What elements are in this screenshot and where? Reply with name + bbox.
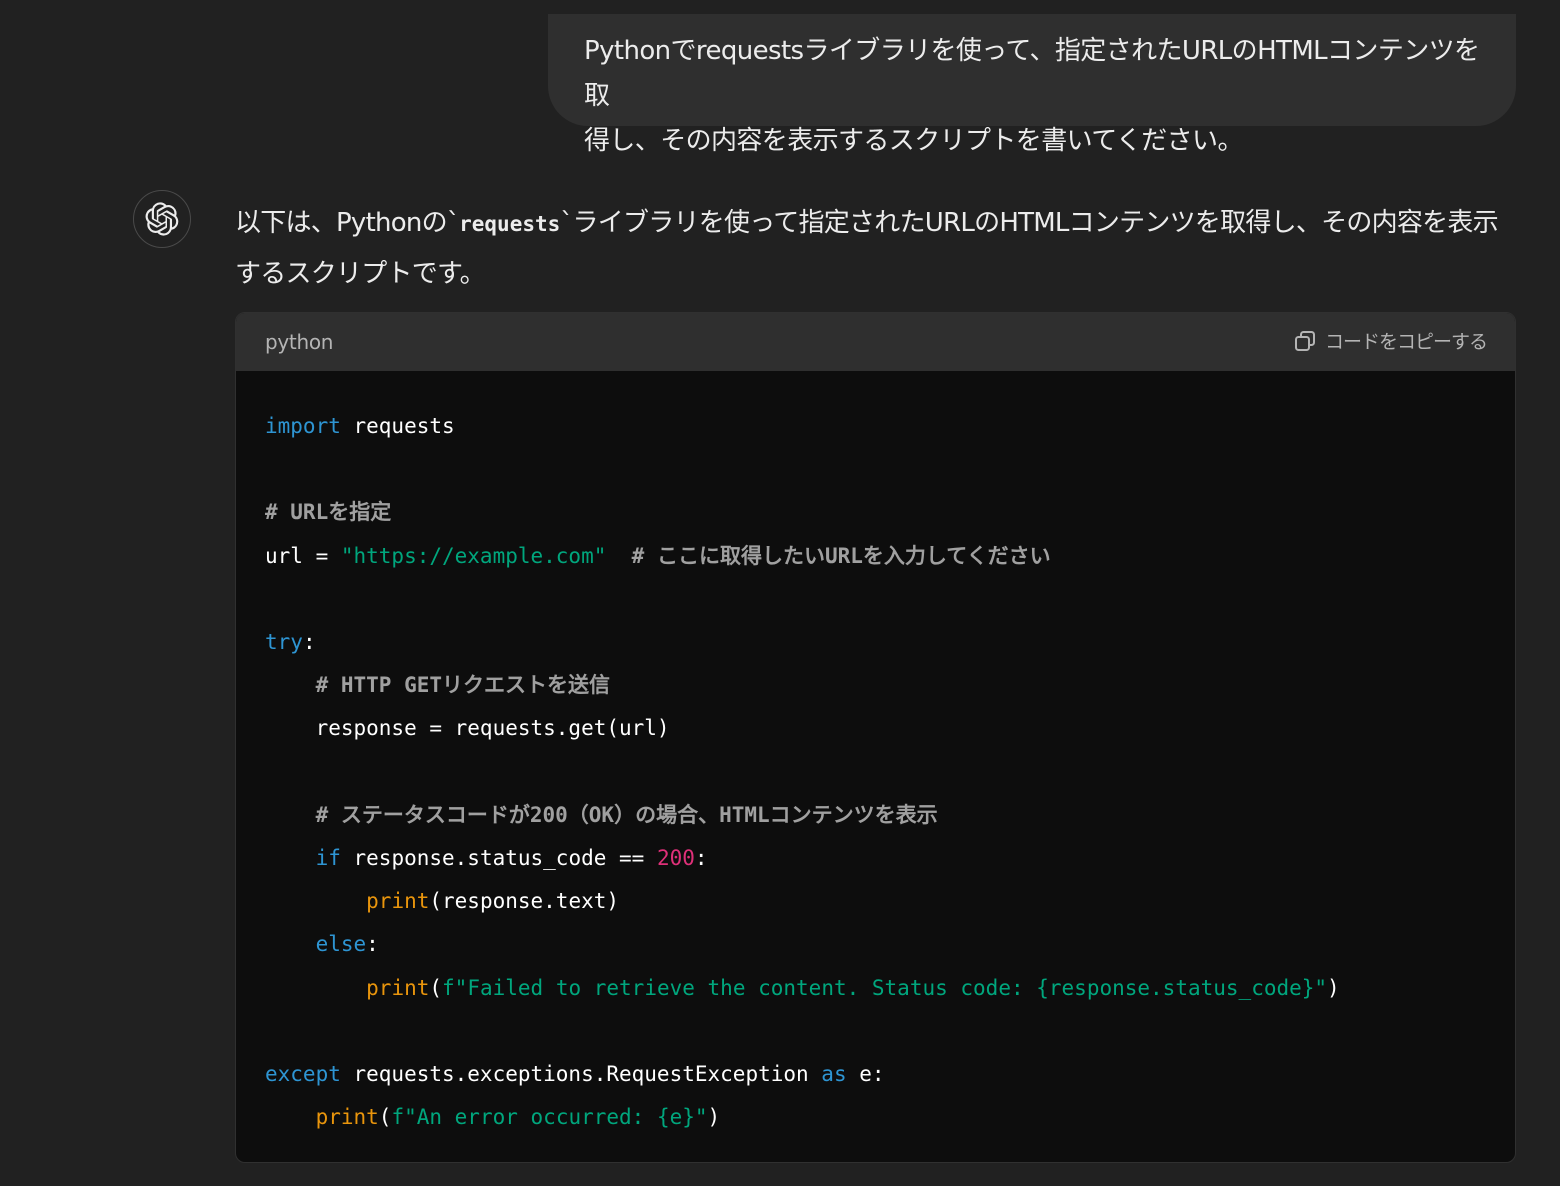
code-line: import requests xyxy=(265,414,455,438)
copy-code-button[interactable]: コードをコピーする xyxy=(1293,327,1488,354)
code-token: f"Failed to retrieve the content. Status… xyxy=(442,975,1328,1000)
code-token: import xyxy=(265,414,341,438)
assistant-avatar xyxy=(133,190,191,248)
code-token: f"An error occurred: {e}" xyxy=(391,1105,708,1130)
code-token: if xyxy=(315,846,341,871)
code-token: try xyxy=(265,630,303,655)
code-block: python コードをコピーする import requests # URLを指… xyxy=(235,312,1516,1163)
code-token: # ここに取得したいURLを入力してください xyxy=(631,543,1051,568)
code-token: (response.text) xyxy=(429,889,620,914)
code-token: else xyxy=(315,932,367,957)
code-token: except xyxy=(265,1062,341,1087)
code-line: print(f"An error occurred: {e}") xyxy=(265,1105,721,1130)
code-line: # URLを指定 xyxy=(265,500,391,524)
code-token: response.status_code == xyxy=(340,846,657,871)
code-token: "https://example.com" xyxy=(340,543,607,568)
code-token: : xyxy=(694,846,708,871)
code-token: ) xyxy=(1327,975,1340,1000)
user-message-line: 得し、その内容を表示するスクリプトを書いてください。 xyxy=(584,126,1243,156)
code-token: requests xyxy=(340,414,455,438)
code-token: print xyxy=(366,889,430,914)
code-token: as xyxy=(821,1062,847,1087)
code-token: # HTTP GETリクエストを送信 xyxy=(315,673,611,698)
code-line: # ステータスコードが200（OK）の場合、HTMLコンテンツを表示 xyxy=(265,803,938,827)
user-message-line: Pythonでrequestsライブラリを使って、指定されたURLのHTMLコン… xyxy=(584,36,1480,111)
assistant-intro-text: 以下は、Pythonの` xyxy=(235,208,460,238)
code-token: : xyxy=(302,630,316,655)
code-token: # URLを指定 xyxy=(265,500,392,525)
code-token: ) xyxy=(707,1105,721,1130)
code-token: print xyxy=(366,975,430,1000)
inline-code: requests xyxy=(459,212,561,236)
copy-code-label: コードをコピーする xyxy=(1324,331,1488,353)
code-token: requests.exceptions.RequestException xyxy=(340,1062,822,1087)
code-line: response = requests.get(url) xyxy=(265,716,670,740)
code-token: print xyxy=(315,1105,379,1130)
code-token: : xyxy=(366,932,379,957)
assistant-message-text: 以下は、Pythonの`requests`ライブラリを使って指定されたURLのH… xyxy=(235,198,1520,299)
copy-icon xyxy=(1294,330,1315,351)
code-line: print(f"Failed to retrieve the content. … xyxy=(265,976,1340,1000)
code-token: ( xyxy=(429,975,443,1000)
code-line: print(response.text) xyxy=(265,889,619,913)
code-token: ( xyxy=(378,1105,392,1130)
code-token: 200 xyxy=(656,846,695,871)
code-token: response = requests.get(url) xyxy=(265,716,670,741)
code-token: e: xyxy=(846,1062,885,1087)
code-line: if response.status_code == 200: xyxy=(265,846,708,870)
code-content: import requests # URLを指定 url = "https://… xyxy=(265,405,1340,1139)
code-line: url = "https://example.com" # ここに取得したいUR… xyxy=(265,544,1051,568)
user-message-bubble: Pythonでrequestsライブラリを使って、指定されたURLのHTMLコン… xyxy=(548,14,1516,156)
code-line: else: xyxy=(265,932,379,956)
code-language-label: python xyxy=(265,330,334,354)
code-line: try: xyxy=(265,630,316,654)
code-line: # HTTP GETリクエストを送信 xyxy=(265,673,610,697)
code-line: except requests.exceptions.RequestExcept… xyxy=(265,1062,885,1086)
code-token: url = xyxy=(265,543,341,568)
openai-logo-icon xyxy=(145,202,179,236)
code-block-header: python コードをコピーする xyxy=(236,313,1515,371)
code-token: # ステータスコードが200（OK）の場合、HTMLコンテンツを表示 xyxy=(315,802,938,827)
